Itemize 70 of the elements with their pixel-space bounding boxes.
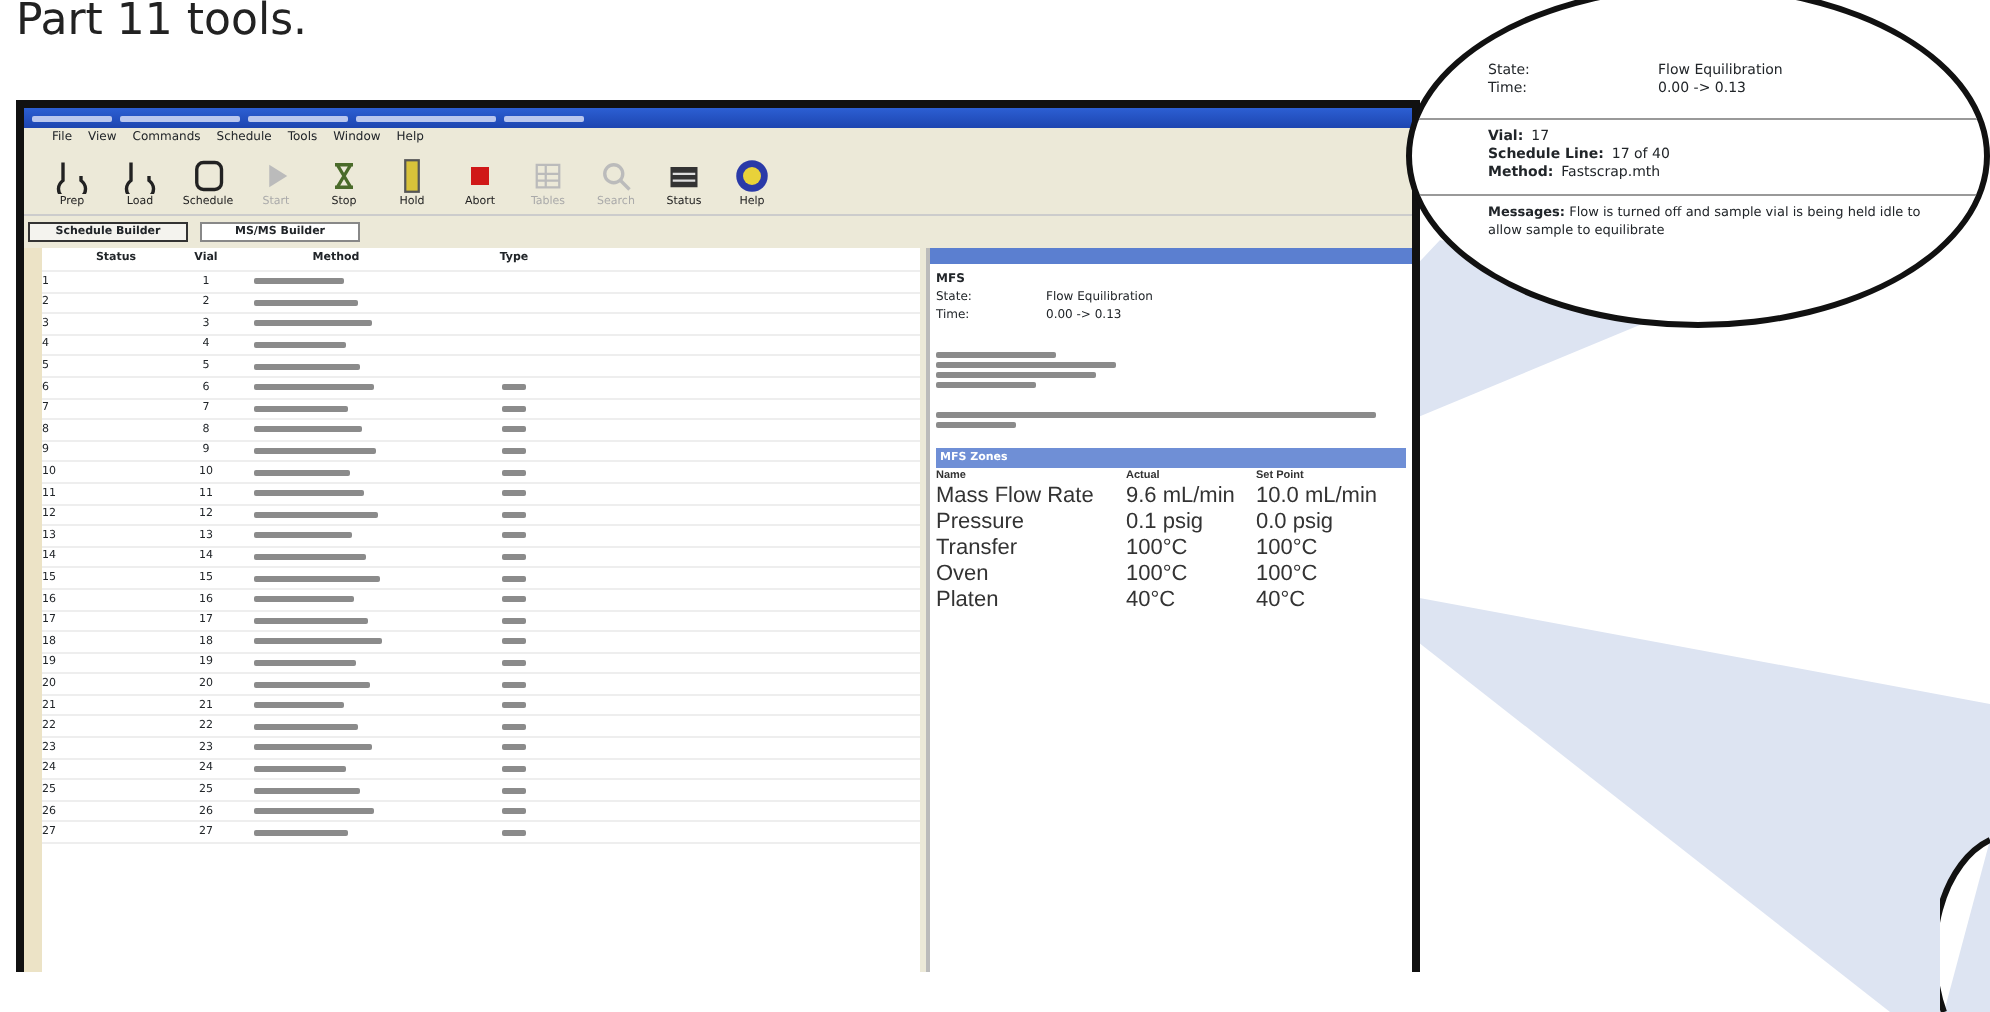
blurred-text-drawing [502, 469, 526, 476]
blurred-text-drawing [254, 681, 370, 688]
blurred-text-drawing [254, 575, 380, 582]
blurred-text-drawing [936, 382, 1036, 388]
blurred-text-drawing [502, 575, 526, 582]
zone-name: Platen [936, 588, 1001, 615]
blurred-text-drawing [254, 342, 346, 349]
blurred-text-drawing [502, 723, 526, 730]
blurred-text-drawing [254, 448, 376, 455]
zone-name: Mass Flow Rate [936, 484, 1096, 511]
blurred-text-drawing [502, 744, 526, 751]
blurred-text-drawing [254, 384, 374, 391]
blurred-text-drawing [502, 638, 526, 645]
blurred-text-drawing [502, 659, 526, 666]
blurred-text-drawing [502, 554, 526, 561]
blurred-text-drawing [254, 554, 366, 561]
blurred-text-drawing [254, 405, 348, 412]
blurred-text-drawing [502, 384, 526, 391]
zone-actual: 0.1 psig [1126, 510, 1206, 537]
blurred-text-drawing [254, 320, 372, 327]
zone-name: Oven [936, 562, 991, 589]
blurred-text-drawing [254, 638, 382, 645]
blurred-text-drawing [254, 278, 344, 285]
zone-actual: 9.6 mL/min [1126, 484, 1237, 511]
blurred-text-drawing [502, 681, 526, 688]
zone-setpoint: 40°C [1256, 588, 1308, 615]
zone-actual: 40°C [1126, 588, 1178, 615]
blurred-text-drawing [254, 426, 362, 433]
help-icon [734, 157, 770, 194]
blurred-text-drawing [936, 352, 1056, 358]
blurred-text-drawing [502, 765, 526, 772]
blurred-text-drawing [502, 829, 526, 836]
blurred-text-drawing [254, 363, 360, 370]
search-icon [598, 157, 634, 194]
blurred-text-drawing [254, 808, 374, 815]
blurred-text-drawing [936, 422, 1016, 428]
blurred-text-drawing [502, 617, 526, 624]
zone-setpoint: 100°C [1256, 562, 1320, 589]
blurred-text-drawing [254, 511, 378, 518]
zone-setpoint: 10.0 mL/min [1256, 484, 1380, 511]
blurred-text-drawing [254, 469, 350, 476]
blurred-text-drawing [502, 808, 526, 815]
blurred-text-drawing [502, 511, 526, 518]
blurred-text-drawing [502, 405, 526, 412]
zone-name: Transfer [936, 536, 1020, 563]
blurred-text-drawing [254, 787, 360, 794]
blurred-text-drawing [254, 702, 344, 709]
zone-setpoint: 0.0 psig [1256, 510, 1336, 537]
blurred-text-drawing [254, 596, 354, 603]
zone-actual: 100°C [1126, 562, 1190, 589]
blurred-text-drawing [254, 829, 348, 836]
caption-heading: Part 11 tools. [16, 0, 308, 44]
blurred-text-drawing [254, 744, 372, 751]
blurred-text-drawing [254, 659, 356, 666]
zone-actual: 100°C [1126, 536, 1190, 563]
blurred-text-drawing [254, 299, 358, 306]
blurred-text-drawing [254, 532, 352, 539]
blurred-text-drawing [502, 532, 526, 539]
blurred-text-drawing [254, 765, 346, 772]
blurred-text-drawing [502, 426, 526, 433]
zone-name: Pressure [936, 510, 1027, 537]
blurred-text-drawing [502, 596, 526, 603]
blurred-text-drawing [254, 723, 358, 730]
blurred-text-drawing [502, 787, 526, 794]
zone-setpoint: 100°C [1256, 536, 1320, 563]
blurred-text-drawing [502, 702, 526, 709]
blurred-text-drawing [254, 617, 368, 624]
blurred-text-drawing [502, 490, 526, 497]
blurred-text-drawing [254, 490, 364, 497]
blurred-text-drawing [502, 448, 526, 455]
